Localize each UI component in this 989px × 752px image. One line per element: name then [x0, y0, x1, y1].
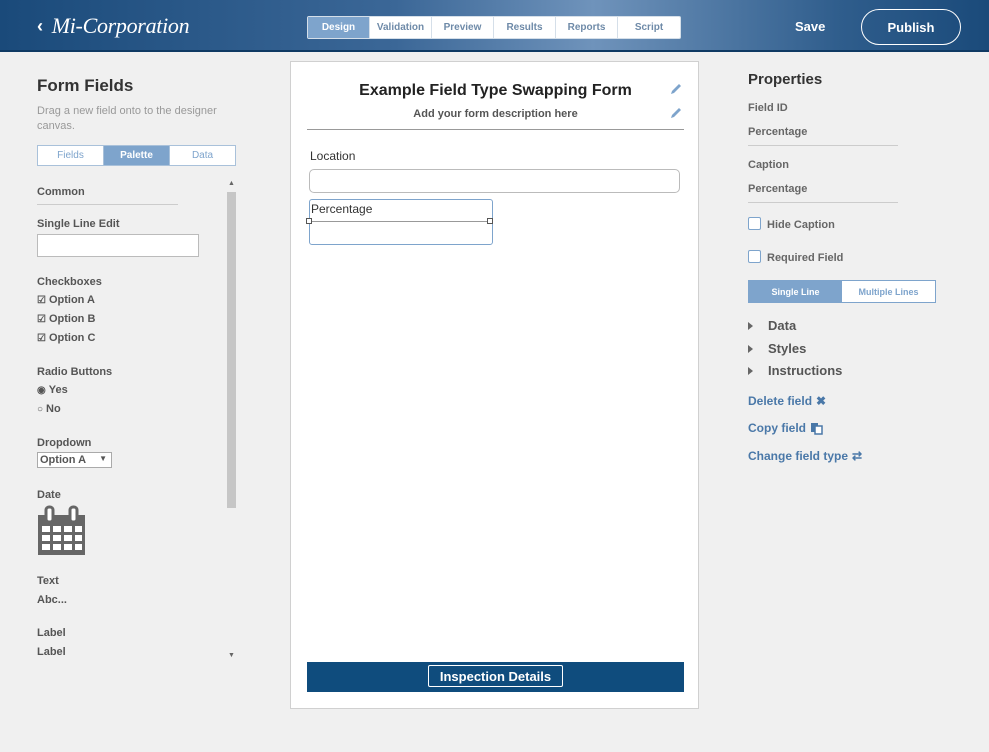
- scroll-up-icon[interactable]: ▲: [228, 180, 235, 187]
- text-sample: Abc...: [37, 594, 67, 606]
- form-description[interactable]: Add your form description here: [307, 108, 684, 120]
- checked-box-icon: ☑: [37, 313, 46, 325]
- caption-underline: [748, 202, 898, 203]
- palette-text[interactable]: Text: [37, 575, 59, 587]
- checkbox-option[interactable]: ☑ Option A: [37, 294, 95, 306]
- percentage-field-divider: [310, 221, 491, 222]
- header-divider: [307, 129, 684, 130]
- scroll-down-icon[interactable]: ▼: [228, 652, 235, 659]
- subtab-data[interactable]: Data: [170, 146, 235, 165]
- hide-caption-checkbox[interactable]: [748, 217, 761, 230]
- line-mode-toggle: Single Line Multiple Lines: [748, 280, 936, 303]
- designer-canvas[interactable]: Example Field Type Swapping Form Add you…: [290, 61, 699, 709]
- expand-triangle-icon: [748, 321, 753, 330]
- change-field-type-link[interactable]: Change field type ⇄: [748, 449, 862, 463]
- copy-icon: [811, 422, 823, 435]
- checkbox-option[interactable]: ☑ Option B: [37, 313, 95, 325]
- palette-label[interactable]: Label: [37, 627, 66, 639]
- single-line-button[interactable]: Single Line: [749, 281, 842, 302]
- multiple-lines-button[interactable]: Multiple Lines: [842, 281, 935, 302]
- panel-description: Drag a new field onto to the designer ca…: [37, 105, 217, 132]
- panel-title: Form Fields: [37, 76, 134, 95]
- dropdown-sample[interactable]: Option A ▼: [37, 452, 112, 468]
- divider: [37, 204, 178, 205]
- palette-radio-buttons[interactable]: Radio Buttons: [37, 366, 112, 378]
- copy-field-link[interactable]: Copy field: [748, 421, 823, 435]
- expand-triangle-icon: [748, 366, 753, 375]
- mode-tabs: Design Validation Preview Results Report…: [307, 16, 681, 39]
- caption-label: Caption: [748, 159, 789, 171]
- checked-box-icon: ☑: [37, 294, 46, 306]
- percentage-field-caption[interactable]: Percentage: [311, 202, 372, 216]
- data-section-toggle[interactable]: Data: [748, 318, 796, 333]
- radio-selected-icon: ◉: [37, 384, 46, 396]
- edit-title-pencil-icon[interactable]: [669, 82, 683, 96]
- location-field-caption[interactable]: Location: [310, 149, 355, 163]
- field-id-underline: [748, 145, 898, 146]
- radio-empty-icon: ○: [37, 403, 44, 415]
- palette-checkboxes[interactable]: Checkboxes: [37, 276, 102, 288]
- dropdown-arrow-icon: ▼: [99, 454, 107, 463]
- resize-handle[interactable]: [487, 218, 493, 224]
- subtab-fields[interactable]: Fields: [38, 146, 104, 165]
- save-button[interactable]: Save: [795, 19, 825, 34]
- form-footer-bar: Inspection Details: [307, 662, 684, 692]
- subtab-palette[interactable]: Palette: [104, 146, 170, 165]
- field-id-input[interactable]: Percentage: [748, 126, 807, 138]
- tab-validation[interactable]: Validation: [370, 17, 432, 38]
- palette-single-line-edit[interactable]: Single Line Edit: [37, 218, 120, 230]
- required-field-checkbox[interactable]: [748, 250, 761, 263]
- expand-triangle-icon: [748, 344, 753, 353]
- delete-x-icon: ✖: [816, 394, 827, 408]
- caption-input[interactable]: Percentage: [748, 183, 807, 195]
- tab-results[interactable]: Results: [494, 17, 556, 38]
- scroll-thumb[interactable]: [227, 192, 236, 508]
- checked-box-icon: ☑: [37, 332, 46, 344]
- back-chevron-icon[interactable]: ‹: [37, 16, 43, 37]
- tab-reports[interactable]: Reports: [556, 17, 618, 38]
- tab-preview[interactable]: Preview: [432, 17, 494, 38]
- field-id-label: Field ID: [748, 102, 788, 114]
- palette-common-heading: Common: [37, 186, 85, 198]
- radio-option[interactable]: ◉ Yes: [37, 384, 68, 396]
- app-header: ‹ Mi-Corporation Design Validation Previ…: [0, 0, 989, 52]
- properties-title: Properties: [748, 71, 823, 88]
- resize-handle[interactable]: [306, 218, 312, 224]
- single-line-edit-sample[interactable]: [37, 234, 199, 257]
- location-field-input[interactable]: [309, 169, 680, 193]
- publish-button[interactable]: Publish: [861, 9, 961, 45]
- palette-list: Common Single Line Edit Checkboxes ☑ Opti…: [37, 180, 237, 660]
- inspection-details-button[interactable]: Inspection Details: [428, 665, 563, 687]
- edit-description-pencil-icon[interactable]: [669, 106, 683, 120]
- radio-option[interactable]: ○ No: [37, 403, 61, 415]
- label-sample: Label: [37, 646, 66, 658]
- percentage-field-selected[interactable]: Percentage: [306, 199, 493, 245]
- swap-arrows-icon: ⇄: [852, 449, 863, 463]
- required-field-label: Required Field: [767, 252, 844, 264]
- delete-field-link[interactable]: Delete field ✖: [748, 394, 826, 408]
- palette-dropdown[interactable]: Dropdown: [37, 437, 91, 449]
- styles-section-toggle[interactable]: Styles: [748, 341, 806, 356]
- brand-logo-text: Mi-Corporation: [51, 13, 190, 38]
- calendar-icon[interactable]: [37, 505, 87, 557]
- palette-date[interactable]: Date: [37, 489, 61, 501]
- field-subtabs: Fields Palette Data: [37, 145, 236, 166]
- brand[interactable]: ‹ Mi-Corporation: [37, 13, 190, 39]
- form-title[interactable]: Example Field Type Swapping Form: [307, 82, 684, 100]
- tab-design[interactable]: Design: [308, 17, 370, 38]
- hide-caption-label: Hide Caption: [767, 219, 835, 231]
- tab-script[interactable]: Script: [618, 17, 680, 38]
- instructions-section-toggle[interactable]: Instructions: [748, 363, 842, 378]
- palette-scrollbar[interactable]: ▲ ▼: [225, 180, 236, 660]
- checkbox-option[interactable]: ☑ Option C: [37, 332, 95, 344]
